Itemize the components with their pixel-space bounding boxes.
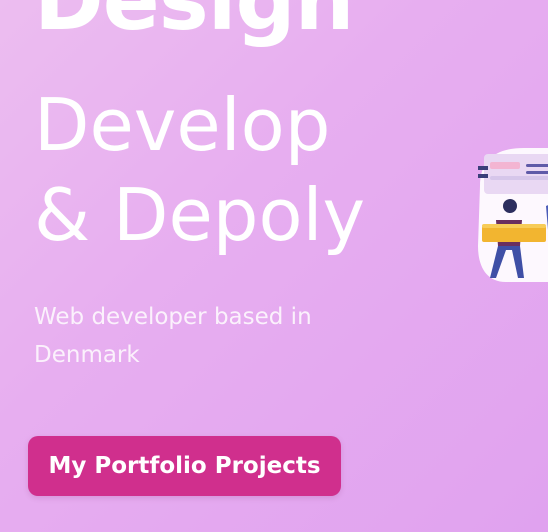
hero-headline: Develop & Depoly	[34, 80, 365, 260]
hero-headline-line-2: & Depoly	[34, 173, 366, 257]
hero-headline-line-1: Develop	[34, 83, 331, 167]
illustration-window-bar-4	[490, 176, 548, 180]
illustration-window-bar-3	[526, 171, 548, 174]
illustration-stripe-1	[478, 166, 488, 170]
hero-subtitle: Web developer based in Denmark	[34, 304, 312, 368]
illustration-window-bar-2	[526, 164, 548, 167]
illustration-person-head	[503, 199, 517, 213]
illustration-desk	[482, 226, 546, 242]
illustration-stripe-2	[478, 174, 488, 178]
developer-illustration-icon	[478, 148, 548, 282]
hero-title-design: Design	[34, 0, 354, 49]
illustration-window-bar-1	[490, 162, 520, 169]
portfolio-projects-button[interactable]: My Portfolio Projects	[28, 436, 341, 496]
illustration-desk-top	[482, 224, 546, 228]
